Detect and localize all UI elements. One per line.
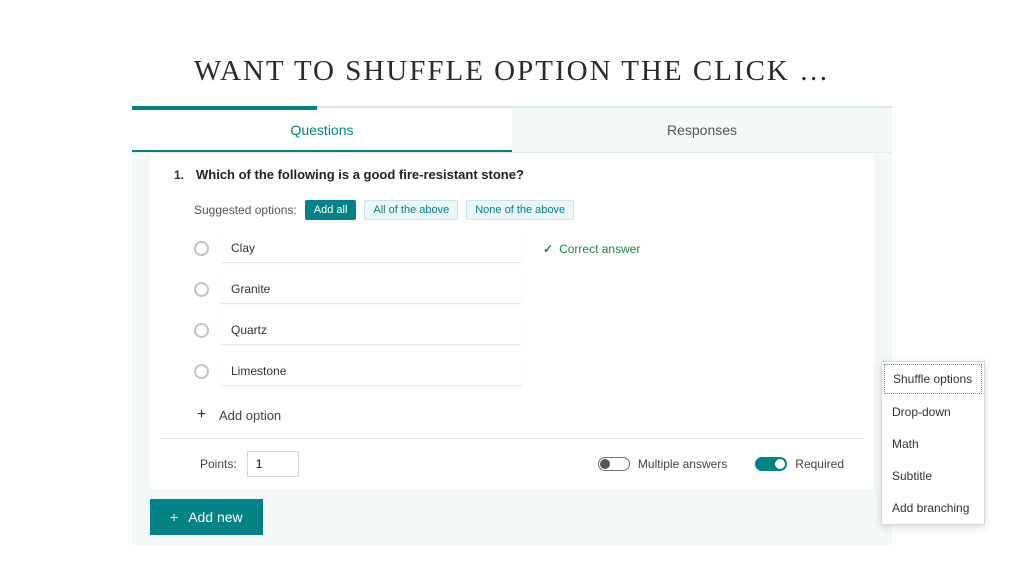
tab-questions[interactable]: Questions <box>132 108 512 152</box>
add-new-button[interactable]: + Add new <box>150 499 263 535</box>
add-option-label: Add option <box>219 408 281 423</box>
add-new-label: Add new <box>188 509 242 525</box>
tab-responses[interactable]: Responses <box>512 108 892 152</box>
option-row: Quartz <box>194 316 858 345</box>
suggested-label: Suggested options: <box>194 203 297 217</box>
suggest-all-above[interactable]: All of the above <box>364 200 458 220</box>
accent-bar <box>132 106 317 110</box>
question-footer: Points: Multiple answers Required <box>160 438 864 489</box>
multiple-answers-toggle[interactable]: Multiple answers <box>598 457 727 471</box>
toggle-switch-on <box>755 457 787 471</box>
multiple-label: Multiple answers <box>638 457 727 471</box>
add-option-button[interactable]: + Add option <box>160 398 864 438</box>
add-all-button[interactable]: Add all <box>305 200 357 220</box>
question-settings-menu: Shuffle options Drop-down Math Subtitle … <box>881 361 985 525</box>
check-icon <box>543 242 553 256</box>
suggest-none-above[interactable]: None of the above <box>466 200 574 220</box>
points-input[interactable] <box>247 451 299 477</box>
points-label: Points: <box>200 457 237 471</box>
suggested-options-row: Suggested options: Add all All of the ab… <box>160 192 864 230</box>
tabs: Questions Responses <box>132 108 892 153</box>
menu-subtitle[interactable]: Subtitle <box>882 460 984 492</box>
question-text[interactable]: Which of the following is a good fire-re… <box>196 167 524 182</box>
form-builder: Questions Responses 1. Which of the foll… <box>132 106 892 545</box>
option-input[interactable]: Granite <box>221 275 521 304</box>
slide-title: WANT TO SHUFFLE OPTION THE CLICK … <box>0 0 1024 106</box>
options-list: Clay Correct answer Granite Quartz Limes… <box>160 230 864 386</box>
menu-shuffle-options[interactable]: Shuffle options <box>884 364 982 394</box>
option-input[interactable]: Clay <box>221 234 521 263</box>
radio-icon[interactable] <box>194 364 209 379</box>
required-toggle[interactable]: Required <box>755 457 844 471</box>
option-row: Limestone <box>194 357 858 386</box>
radio-icon[interactable] <box>194 241 209 256</box>
plus-icon: + <box>170 509 178 525</box>
option-row: Granite <box>194 275 858 304</box>
radio-icon[interactable] <box>194 282 209 297</box>
question-header: 1. Which of the following is a good fire… <box>160 163 864 192</box>
menu-dropdown[interactable]: Drop-down <box>882 396 984 428</box>
option-input[interactable]: Quartz <box>221 316 521 345</box>
required-label: Required <box>795 457 844 471</box>
option-input[interactable]: Limestone <box>221 357 521 386</box>
option-row: Clay Correct answer <box>194 234 858 263</box>
correct-answer-badge: Correct answer <box>543 242 640 256</box>
toggle-switch-off <box>598 457 630 471</box>
correct-label: Correct answer <box>559 242 640 256</box>
radio-icon[interactable] <box>194 323 209 338</box>
question-card: 1. Which of the following is a good fire… <box>150 153 874 489</box>
question-number: 1. <box>166 168 184 182</box>
menu-add-branching[interactable]: Add branching <box>882 492 984 524</box>
plus-icon: + <box>194 406 209 424</box>
add-new-bar: + Add new <box>132 489 892 545</box>
menu-math[interactable]: Math <box>882 428 984 460</box>
